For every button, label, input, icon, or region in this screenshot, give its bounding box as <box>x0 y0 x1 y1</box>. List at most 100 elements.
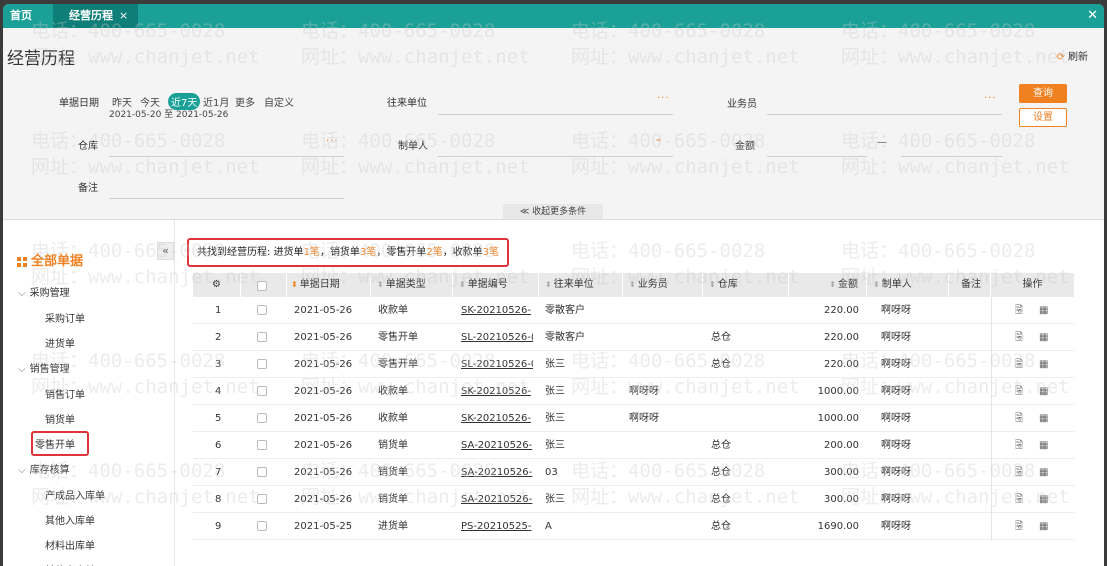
cell-number[interactable]: PS-20210525- <box>461 513 533 540</box>
row-checkbox[interactable] <box>257 521 267 531</box>
watermark-site: 网址：www.chanjet.net <box>301 156 530 178</box>
cell-number[interactable]: SK-20210526- <box>461 405 533 432</box>
col-salesman[interactable]: ⬍ 业务员 <box>623 273 703 297</box>
sidebar-item[interactable]: 其他出库单 <box>45 562 95 566</box>
row-index: 2 <box>215 332 222 343</box>
cell-warehouse: 总仓 <box>711 359 731 370</box>
cell-number[interactable]: SL-20210526-( <box>461 324 533 351</box>
sort-icon: ⬍ <box>709 280 716 289</box>
watermark-site: 网址：www.chanjet.net <box>571 46 800 68</box>
table-row[interactable]: 4 2021-05-26 收款单 SK-20210526- 张三 啊呀呀 啊呀呀 1000.0… <box>193 378 1075 405</box>
cell-date: 2021-05-26 <box>294 467 353 478</box>
col-maker[interactable]: ⬍ 制单人 <box>867 273 949 297</box>
sidebar-group[interactable]: ⌵ 库存核算 <box>18 461 70 476</box>
summary-separator: ， <box>319 247 330 258</box>
cell-maker: 啊呀呀 <box>881 521 911 532</box>
row-checkbox[interactable] <box>257 386 267 396</box>
cell-amount: 220.00 <box>824 305 859 316</box>
cell-number[interactable]: SA-20210526- <box>461 459 533 486</box>
partner-more-icon[interactable]: ··· <box>657 93 670 104</box>
sidebar-item[interactable]: 产成品入库单 <box>45 487 105 502</box>
table-row[interactable]: 7 2021-05-26 销货单 SA-20210526- 03 总仓 啊呀呀 300.00 🗟… <box>193 459 1075 486</box>
sidebar-item[interactable]: 采购订单 <box>45 310 85 325</box>
cell-number[interactable]: SL-20210526-0 <box>461 351 533 378</box>
table-row[interactable]: 9 2021-05-25 进货单 PS-20210525- A 总仓 啊呀呀 1690.00 🗟… <box>193 513 1075 540</box>
watermark-site: 网址：www.chanjet.net <box>841 46 1070 68</box>
note-field[interactable] <box>109 198 344 199</box>
amount-max-field[interactable] <box>901 156 1002 157</box>
table-row[interactable]: 8 2021-05-26 销货单 SA-20210526- 张三 总仓 啊呀呀 300.00 🗟… <box>193 486 1075 513</box>
collapse-conditions-button[interactable]: ≪ 收起更多条件 <box>503 204 603 220</box>
note-label: 备注 <box>78 183 98 194</box>
table-row[interactable]: 2 2021-05-26 零售开单 SL-20210526-(零散客户 总仓 啊呀呀 220… <box>193 324 1075 351</box>
row-checkbox[interactable] <box>257 467 267 477</box>
cell-number[interactable]: SA-20210526- <box>461 432 533 459</box>
warehouse-more-icon[interactable]: ··· <box>326 136 339 147</box>
col-partner[interactable]: ⬍ 往来单位 <box>539 273 623 297</box>
column-settings-icon[interactable]: ⚙ <box>193 273 241 297</box>
col-number[interactable]: ⬍ 单据编号 <box>453 273 539 297</box>
cell-partner: 零散客户 <box>545 332 585 343</box>
sidebar-group[interactable]: ⌵ 采购管理 <box>18 284 70 299</box>
select-all-cell <box>241 273 287 297</box>
sidebar-item[interactable]: 销售订单 <box>45 386 85 401</box>
sidebar-item[interactable]: 零售开单 <box>31 431 89 456</box>
chevron-down-icon[interactable]: ⌄ <box>655 134 663 144</box>
col-amount[interactable]: ⬍ 金额 <box>789 273 867 297</box>
row-checkbox[interactable] <box>257 359 267 369</box>
table-row[interactable]: 1 2021-05-26 收款单 SK-20210526- 零散客户 啊呀呀 220.00 🗟… <box>193 297 1075 324</box>
date-option[interactable]: 更多 <box>235 94 255 109</box>
row-checkbox[interactable] <box>257 305 267 315</box>
partner-field[interactable] <box>438 114 673 115</box>
cell-amount: 1000.00 <box>817 386 859 397</box>
cell-date: 2021-05-26 <box>294 332 353 343</box>
amount-min-field[interactable] <box>767 156 867 157</box>
sidebar-item[interactable]: 材料出库单 <box>45 537 95 552</box>
col-type[interactable]: ⬍ 单据类型 <box>371 273 453 297</box>
warehouse-field[interactable] <box>109 156 344 157</box>
sidebar-all-docs[interactable]: 全部单据 <box>17 250 83 269</box>
cell-number[interactable]: SK-20210526- <box>461 297 533 324</box>
cell-number[interactable]: SK-20210526- <box>461 378 533 405</box>
col-warehouse[interactable]: ⬍ 仓库 <box>703 273 789 297</box>
col-date[interactable]: ⬍ 单据日期 <box>287 273 371 297</box>
chevron-down-icon: ⌵ <box>18 465 26 476</box>
tab-home[interactable]: 首页 <box>3 4 53 28</box>
operation-column <box>991 297 1075 540</box>
cell-type: 收款单 <box>378 305 408 316</box>
summary-doc-type: 进货单 <box>273 247 304 258</box>
sidebar-item[interactable]: 进货单 <box>45 335 75 350</box>
setting-button[interactable]: 设置 <box>1019 108 1067 127</box>
watermark-site: 网址：www.chanjet.net <box>571 156 800 178</box>
date-option[interactable]: 自定义 <box>264 94 294 109</box>
cell-number[interactable]: SA-20210526- <box>461 486 533 513</box>
row-checkbox[interactable] <box>257 332 267 342</box>
table-row[interactable]: 5 2021-05-26 收款单 SK-20210526- 张三 啊呀呀 啊呀呀 1000.0… <box>193 405 1075 432</box>
salesman-field[interactable] <box>767 114 1002 115</box>
sidebar-item[interactable]: 销货单 <box>45 411 75 426</box>
sidebar-collapse-icon[interactable]: « <box>157 242 174 260</box>
row-checkbox[interactable] <box>257 494 267 504</box>
sidebar-item[interactable]: 其他入库单 <box>45 512 95 527</box>
cell-maker: 啊呀呀 <box>881 467 911 478</box>
cell-amount: 300.00 <box>824 494 859 505</box>
table-row[interactable]: 6 2021-05-26 销货单 SA-20210526- 张三 总仓 啊呀呀 200.00 🗟… <box>193 432 1075 459</box>
select-all-checkbox[interactable] <box>257 281 267 291</box>
cell-warehouse: 总仓 <box>711 494 731 505</box>
refresh-button[interactable]: ⟳ 刷新 <box>1057 48 1088 63</box>
row-checkbox[interactable] <box>257 413 267 423</box>
window-close-icon[interactable]: ✕ <box>1087 4 1098 28</box>
result-summary: 共找到经营历程: 进货单1笔，销货单3笔，零售开单2笔，收款单3笔 <box>187 238 509 267</box>
amount-separator: — <box>877 137 887 148</box>
row-checkbox[interactable] <box>257 440 267 450</box>
salesman-more-icon[interactable]: ··· <box>984 93 997 104</box>
maker-label: 制单人 <box>398 141 428 152</box>
cell-salesman: 啊呀呀 <box>629 413 659 424</box>
close-icon[interactable]: × <box>119 4 128 28</box>
sidebar-group[interactable]: ⌵ 销售管理 <box>18 360 70 375</box>
cell-warehouse: 总仓 <box>711 467 731 478</box>
maker-select[interactable] <box>438 156 673 157</box>
table-row[interactable]: 3 2021-05-26 零售开单 SL-20210526-0 张三 总仓 啊呀呀 220.0… <box>193 351 1075 378</box>
cell-maker: 啊呀呀 <box>881 386 911 397</box>
query-button[interactable]: 查询 <box>1019 84 1067 103</box>
